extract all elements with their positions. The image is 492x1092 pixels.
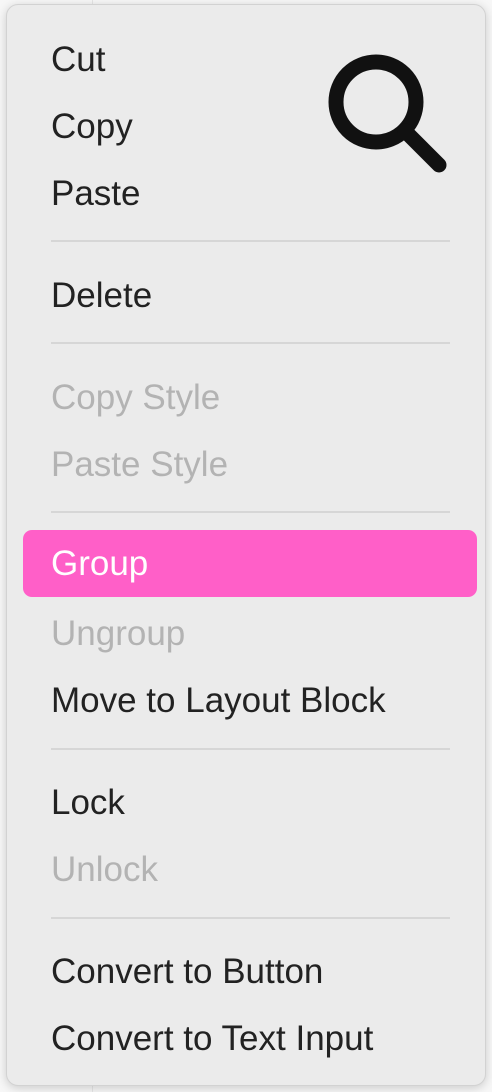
menu-item-delete[interactable]: Delete bbox=[23, 262, 477, 329]
menu-separator bbox=[51, 240, 450, 242]
menu-item-unlock: Unlock bbox=[51, 849, 158, 889]
menu-item-lock[interactable]: Lock bbox=[23, 769, 477, 836]
context-menu: Cut Copy Paste Delete Copy Style Paste S… bbox=[6, 4, 486, 1086]
menu-separator bbox=[51, 917, 450, 919]
menu-item-group[interactable]: Group bbox=[23, 530, 477, 597]
menu-item-convert-to-button[interactable]: Convert to Button bbox=[23, 938, 477, 1005]
menu-item-move-to-layout-block[interactable]: Move to Layout Block bbox=[23, 667, 477, 734]
menu-item-convert-to-text-input[interactable]: Convert to Text Input bbox=[23, 1005, 477, 1072]
menu-separator bbox=[51, 342, 450, 344]
search-icon bbox=[328, 54, 447, 173]
menu-item-copy-style: Copy Style bbox=[51, 377, 221, 417]
menu-item-ungroup: Ungroup bbox=[51, 613, 186, 653]
menu-separator bbox=[51, 511, 450, 513]
menu-separator bbox=[51, 748, 450, 750]
menu-item-paste-style: Paste Style bbox=[51, 444, 229, 484]
